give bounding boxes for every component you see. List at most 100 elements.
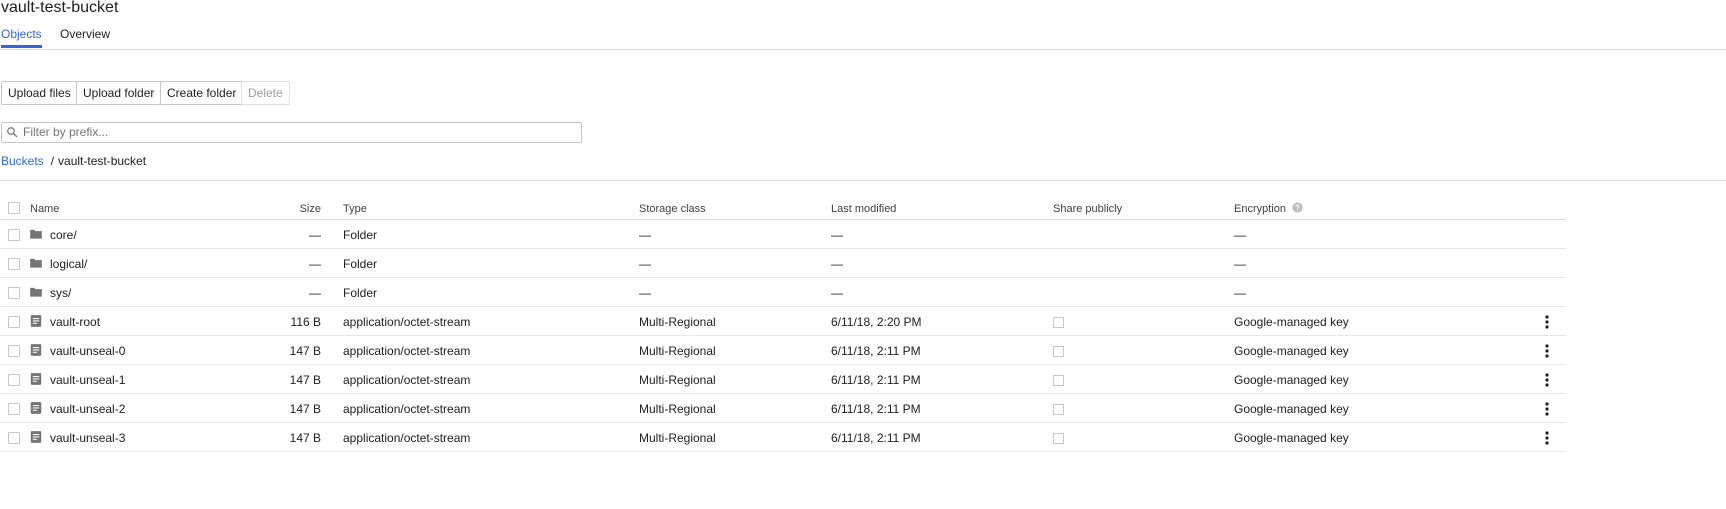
filter-input[interactable] (23, 124, 563, 140)
row-checkbox[interactable] (8, 287, 20, 299)
object-type: Folder (343, 257, 378, 271)
page-title: vault-test-bucket (1, 0, 119, 16)
object-name[interactable]: vault-unseal-2 (50, 402, 125, 416)
tab-objects[interactable]: Objects (1, 26, 42, 48)
more-options-icon[interactable] (1541, 372, 1553, 388)
object-name[interactable]: logical/ (50, 257, 87, 271)
row-checkbox[interactable] (8, 432, 20, 444)
more-options-icon[interactable] (1541, 401, 1553, 417)
row-checkbox[interactable] (8, 374, 20, 386)
share-publicly-checkbox[interactable] (1053, 433, 1064, 444)
object-storage-class: Multi-Regional (639, 344, 716, 358)
create-folder-button[interactable]: Create folder (160, 81, 244, 105)
table-header-row: Name Size Type Storage class Last modifi… (0, 199, 1566, 220)
table-row[interactable]: vault-unseal-2 147 B application/octet-str… (0, 394, 1566, 423)
file-icon (29, 430, 43, 444)
object-name[interactable]: vault-unseal-3 (50, 431, 125, 445)
object-encryption: Google-managed key (1234, 315, 1349, 329)
more-options-icon[interactable] (1541, 430, 1553, 446)
row-checkbox[interactable] (8, 316, 20, 328)
filter-box (1, 122, 582, 143)
header-type[interactable]: Type (343, 202, 367, 216)
delete-button[interactable]: Delete (241, 81, 290, 105)
object-size: — (309, 228, 321, 242)
row-checkbox[interactable] (8, 403, 20, 415)
upload-files-button[interactable]: Upload files (1, 81, 78, 105)
file-icon (29, 401, 43, 415)
object-storage-class: — (639, 257, 651, 271)
help-icon[interactable] (1292, 202, 1303, 213)
more-options-icon[interactable] (1541, 314, 1553, 330)
upload-folder-button[interactable]: Upload folder (76, 81, 162, 105)
breadcrumb-divider (0, 180, 1726, 181)
object-encryption: — (1234, 228, 1246, 242)
table-row[interactable]: vault-unseal-1 147 B application/octet-str… (0, 365, 1566, 394)
object-storage-class: Multi-Regional (639, 431, 716, 445)
row-checkbox[interactable] (8, 258, 20, 270)
object-storage-class: Multi-Regional (639, 402, 716, 416)
header-storage-class[interactable]: Storage class (639, 202, 706, 216)
object-last-modified: 6/11/18, 2:20 PM (831, 315, 922, 329)
object-type: application/octet-stream (343, 431, 471, 445)
object-name[interactable]: vault-unseal-1 (50, 373, 125, 387)
table-row[interactable]: vault-unseal-3 147 B application/octet-str… (0, 423, 1566, 452)
object-type: application/octet-stream (343, 344, 471, 358)
object-encryption: Google-managed key (1234, 402, 1349, 416)
tab-overview[interactable]: Overview (60, 26, 110, 48)
object-name[interactable]: sys/ (50, 286, 71, 300)
object-last-modified: 6/11/18, 2:11 PM (831, 344, 921, 358)
object-encryption: — (1234, 257, 1246, 271)
object-name[interactable]: core/ (50, 228, 77, 242)
object-size: 147 B (289, 373, 321, 387)
share-publicly-checkbox[interactable] (1053, 346, 1064, 357)
object-type: Folder (343, 228, 378, 242)
header-size[interactable]: Size (261, 202, 321, 216)
row-checkbox[interactable] (8, 345, 20, 357)
object-encryption: Google-managed key (1234, 373, 1349, 387)
header-last-modified[interactable]: Last modified (831, 202, 896, 216)
tab-bar: Objects Overview (0, 26, 1726, 50)
object-name[interactable]: vault-root (50, 315, 100, 329)
object-size: 147 B (289, 402, 321, 416)
object-encryption: — (1234, 286, 1246, 300)
object-last-modified: 6/11/18, 2:11 PM (831, 402, 921, 416)
table-row[interactable]: sys/ — Folder — — — (0, 278, 1566, 307)
header-encryption-label: Encryption (1234, 203, 1286, 215)
object-size: 147 B (289, 344, 321, 358)
breadcrumb-separator: / (50, 154, 55, 168)
object-last-modified: — (831, 257, 843, 271)
table-row[interactable]: core/ — Folder — — — (0, 220, 1566, 249)
header-name[interactable]: Name (30, 202, 59, 216)
header-encryption: Encryption (1234, 202, 1303, 216)
file-icon (29, 372, 43, 386)
share-publicly-checkbox[interactable] (1053, 404, 1064, 415)
row-checkbox[interactable] (8, 229, 20, 241)
object-last-modified: 6/11/18, 2:11 PM (831, 431, 921, 445)
file-icon (29, 343, 43, 357)
table-row[interactable]: vault-unseal-0 147 B application/octet-str… (0, 336, 1566, 365)
object-last-modified: — (831, 286, 843, 300)
object-storage-class: Multi-Regional (639, 373, 716, 387)
object-last-modified: — (831, 228, 843, 242)
tabs-divider (0, 49, 1726, 50)
object-name[interactable]: vault-unseal-0 (50, 344, 125, 358)
object-last-modified: 6/11/18, 2:11 PM (831, 373, 921, 387)
object-encryption: Google-managed key (1234, 431, 1349, 445)
objects-table: Name Size Type Storage class Last modifi… (0, 199, 1566, 452)
breadcrumb: Buckets / vault-test-bucket (1, 154, 146, 168)
table-row[interactable]: vault-root 116 B application/octet-stream M… (0, 307, 1566, 336)
folder-icon (29, 256, 43, 270)
object-size: — (309, 286, 321, 300)
select-all-checkbox[interactable] (8, 202, 20, 214)
search-icon (7, 127, 18, 138)
object-type: application/octet-stream (343, 315, 471, 329)
share-publicly-checkbox[interactable] (1053, 375, 1064, 386)
share-publicly-checkbox[interactable] (1053, 317, 1064, 328)
object-storage-class: — (639, 228, 651, 242)
object-storage-class: — (639, 286, 651, 300)
object-size: — (309, 257, 321, 271)
file-icon (29, 314, 43, 328)
breadcrumb-buckets-link[interactable]: Buckets (1, 154, 44, 168)
table-row[interactable]: logical/ — Folder — — — (0, 249, 1566, 278)
more-options-icon[interactable] (1541, 343, 1553, 359)
